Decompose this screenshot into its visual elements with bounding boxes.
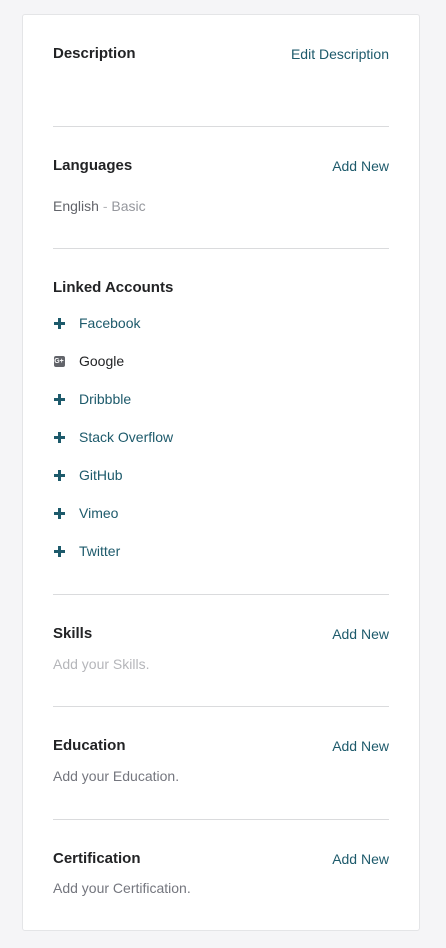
description-title: Description — [53, 45, 136, 62]
divider — [53, 819, 389, 820]
account-label: Twitter — [79, 543, 121, 559]
link-vimeo-account[interactable]: Vimeo — [53, 504, 118, 522]
account-label: Stack Overflow — [79, 429, 174, 445]
skills-placeholder: Add your Skills. — [53, 656, 150, 672]
education-title: Education — [53, 737, 126, 754]
edit-description-link[interactable]: Edit Description — [291, 46, 389, 62]
plus-icon — [53, 431, 65, 443]
certification-placeholder: Add your Certification. — [53, 880, 191, 896]
link-twitter-account[interactable]: Twitter — [53, 542, 120, 560]
certification-section: Certification Add New Add your Certifica… — [53, 850, 389, 900]
language-level: Basic — [111, 198, 146, 214]
description-section: Description Edit Description — [53, 45, 389, 65]
profile-sidebar-card: Description Edit Description Languages A… — [22, 14, 420, 931]
link-github-account[interactable]: GitHub — [53, 466, 123, 484]
linked-accounts-section: Linked Accounts Facebook G+ Google Dribb… — [53, 279, 389, 579]
languages-section: Languages Add New English - Basic — [53, 157, 389, 217]
skills-section: Skills Add New Add your Skills. — [53, 625, 389, 675]
account-label: GitHub — [79, 467, 123, 483]
languages-title: Languages — [53, 157, 133, 174]
education-placeholder: Add your Education. — [53, 768, 180, 784]
google-icon: G+ — [53, 355, 65, 367]
certification-title: Certification — [53, 850, 141, 867]
skills-title: Skills — [53, 625, 93, 642]
google-account[interactable]: G+ Google — [53, 352, 124, 370]
add-education-link[interactable]: Add New — [332, 738, 389, 754]
plus-icon — [53, 317, 65, 329]
add-skill-link[interactable]: Add New — [332, 626, 389, 642]
divider — [53, 126, 389, 127]
divider — [53, 248, 389, 249]
add-language-link[interactable]: Add New — [332, 158, 389, 174]
link-stack-overflow-account[interactable]: Stack Overflow — [53, 428, 173, 446]
link-facebook-account[interactable]: Facebook — [53, 314, 140, 332]
plus-icon — [53, 545, 65, 557]
plus-icon — [53, 393, 65, 405]
account-label: Dribbble — [79, 391, 132, 407]
add-certification-link[interactable]: Add New — [332, 851, 389, 867]
plus-icon — [53, 469, 65, 481]
education-section: Education Add New Add your Education. — [53, 737, 389, 787]
account-label: Google — [79, 353, 125, 369]
linked-accounts-title: Linked Accounts — [53, 279, 174, 296]
link-dribbble-account[interactable]: Dribbble — [53, 390, 131, 408]
account-label: Facebook — [79, 315, 141, 331]
plus-icon — [53, 507, 65, 519]
language-item: English - Basic — [53, 198, 146, 214]
divider — [53, 594, 389, 595]
account-label: Vimeo — [79, 505, 119, 521]
language-name: English — [53, 198, 99, 214]
divider — [53, 706, 389, 707]
